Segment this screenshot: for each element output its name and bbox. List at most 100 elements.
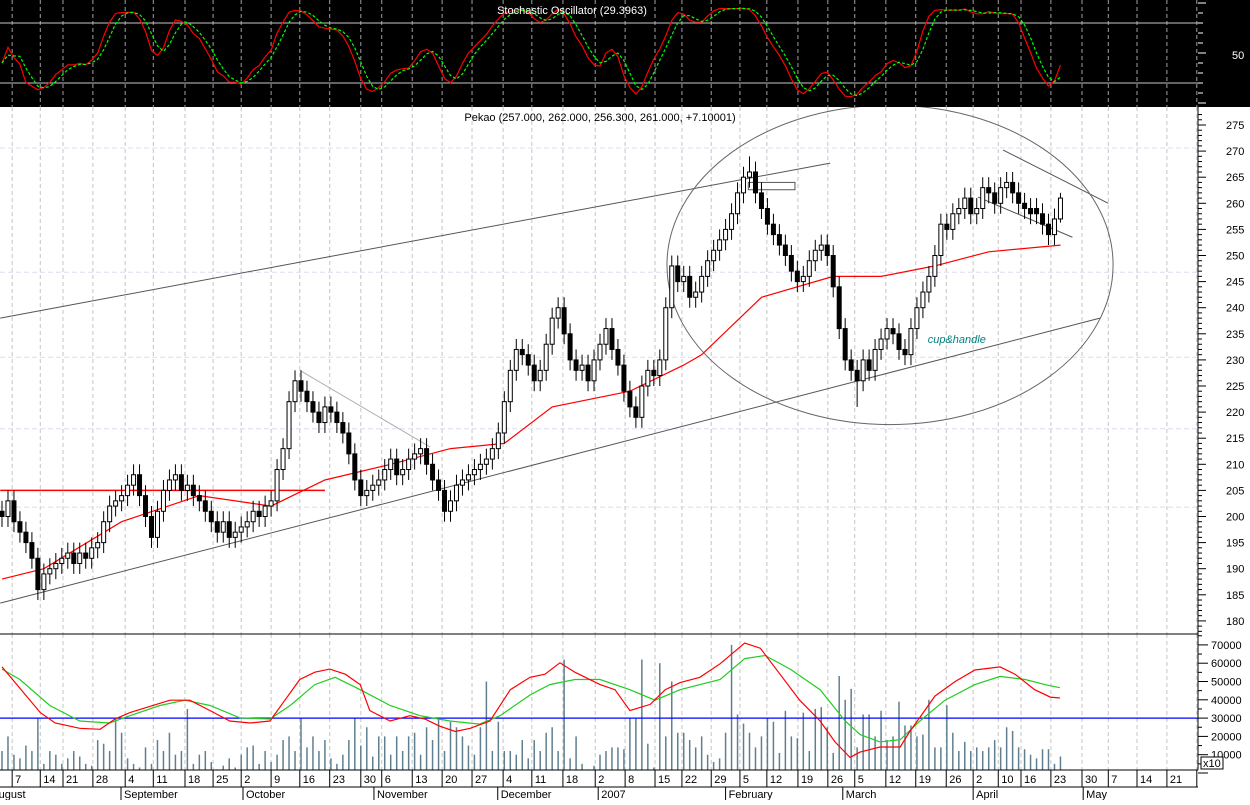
- candle-up: [166, 479, 172, 491]
- candle-up: [220, 521, 226, 533]
- date-label: 15: [658, 774, 670, 786]
- candle-up: [878, 338, 884, 350]
- date-label: 20: [445, 774, 457, 786]
- candle-down: [627, 390, 633, 408]
- volume-axis-label: 30000: [1211, 713, 1242, 725]
- date-label: 2: [976, 774, 982, 786]
- candle-down: [1028, 208, 1034, 215]
- date-label: 8: [628, 774, 634, 786]
- candle-down: [436, 479, 442, 491]
- candle-up: [932, 255, 938, 277]
- candle-up: [160, 489, 166, 512]
- month-label: April: [976, 789, 998, 800]
- candle-down: [340, 422, 346, 434]
- candle-up: [292, 380, 298, 403]
- price-axis-label: 185: [1226, 590, 1244, 602]
- candle-down: [992, 192, 998, 204]
- candle-down: [1046, 223, 1051, 236]
- candle-up: [657, 359, 663, 377]
- candle-up: [453, 484, 459, 502]
- date-label: 28: [96, 774, 108, 786]
- date-label: 22: [685, 774, 697, 786]
- date-label: 18: [566, 774, 578, 786]
- date-label: 4: [506, 774, 512, 786]
- candle-down: [968, 197, 974, 215]
- candle-up: [322, 406, 328, 424]
- candle-down: [1040, 213, 1046, 225]
- candle-up: [250, 510, 256, 523]
- price-axis-label: 225: [1226, 381, 1244, 393]
- candle-down: [519, 348, 525, 356]
- date-label: 21: [66, 774, 78, 786]
- candle-down: [836, 286, 842, 330]
- price-axis-label: 215: [1226, 433, 1244, 445]
- candle-up: [711, 249, 717, 262]
- candle-down: [11, 500, 17, 523]
- date-label: 29: [714, 774, 726, 786]
- month-label: September: [124, 789, 178, 800]
- date-label: 19: [919, 774, 931, 786]
- candle-down: [776, 234, 782, 246]
- volume-axis-label: 50000: [1211, 677, 1242, 689]
- candle-up: [1004, 181, 1010, 189]
- price-axis-label: 200: [1226, 512, 1244, 524]
- candle-up: [681, 275, 687, 283]
- candle-down: [585, 364, 591, 382]
- candle-up: [376, 479, 382, 486]
- candle-down: [190, 484, 196, 497]
- candle-up: [507, 369, 513, 403]
- month-label: 2007: [601, 789, 625, 800]
- volume-multiplier-label: x10: [1203, 758, 1221, 770]
- candle-down: [854, 369, 860, 382]
- candle-up: [812, 249, 818, 262]
- candle-down: [256, 510, 262, 517]
- candle-down: [334, 411, 340, 424]
- candle-down: [830, 255, 836, 288]
- price-axis-label: 245: [1226, 277, 1244, 289]
- candle-up: [370, 484, 376, 491]
- candle-down: [675, 265, 681, 283]
- candle-down: [615, 348, 621, 366]
- month-label: May: [1086, 789, 1107, 800]
- candle-up: [184, 484, 190, 491]
- candle-up: [806, 260, 812, 277]
- date-label: 6: [385, 774, 391, 786]
- candle-down: [561, 307, 567, 335]
- candle-down: [23, 531, 29, 544]
- candle-up: [125, 484, 131, 497]
- candle-down: [788, 255, 794, 272]
- candle-up: [65, 552, 71, 559]
- candle-down: [1022, 202, 1028, 210]
- candle-up: [400, 469, 406, 476]
- stock-chart: cup&handle 27527026526025525024524023523…: [0, 0, 1250, 801]
- candle-down: [752, 171, 758, 194]
- candle-up: [238, 526, 244, 533]
- candle-up: [603, 328, 609, 345]
- candle-up: [412, 453, 418, 460]
- candle-up: [268, 500, 274, 507]
- candle-down: [196, 495, 202, 502]
- month-label: March: [846, 789, 877, 800]
- month-label: November: [377, 789, 428, 800]
- date-label: 13: [415, 774, 427, 786]
- price-chart-title: Pekao (257.000, 262.000, 256.300, 261.00…: [464, 112, 735, 124]
- candle-down: [1034, 208, 1040, 215]
- candle-down: [430, 463, 436, 481]
- candle-up: [280, 448, 286, 471]
- date-label: 5: [743, 774, 749, 786]
- candle-down: [310, 401, 316, 413]
- candle-down: [316, 411, 322, 424]
- candle-up: [938, 223, 944, 256]
- date-label: 18: [188, 774, 200, 786]
- date-label: 12: [770, 774, 782, 786]
- candle-up: [489, 448, 495, 460]
- candle-up: [950, 213, 956, 230]
- candle-down: [226, 521, 232, 538]
- candle-up: [639, 385, 645, 418]
- candle-up: [89, 547, 95, 559]
- candle-up: [477, 463, 483, 471]
- candle-up: [59, 557, 65, 564]
- candle-up: [699, 275, 705, 293]
- candle-up: [107, 505, 113, 523]
- stochastic-title: Stochastic Oscillator (29.3963): [497, 5, 647, 17]
